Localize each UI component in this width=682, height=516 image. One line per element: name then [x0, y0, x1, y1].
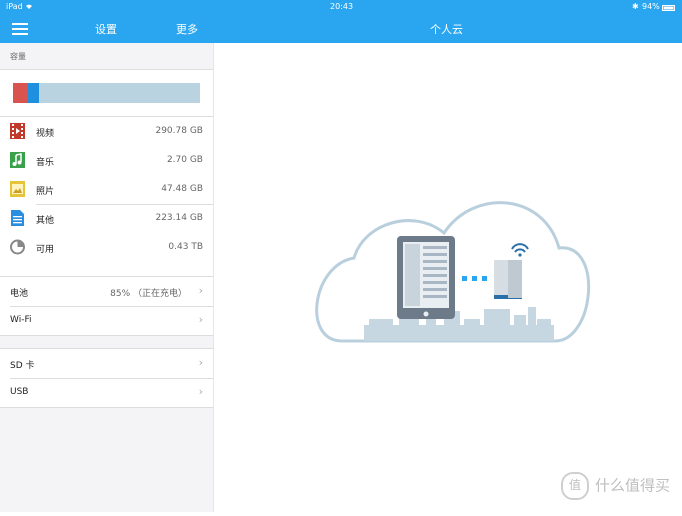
wifi-status-icon: [24, 2, 34, 12]
battery-value: 85% （正在充电）: [110, 289, 187, 299]
watermark-badge-icon: 值: [560, 472, 589, 500]
capacity-section-label: 容量: [10, 52, 26, 61]
storage-item-value: 223.14 GB: [155, 213, 203, 223]
storage-item-value: 47.48 GB: [161, 184, 203, 194]
storage-usage-bar: [13, 83, 200, 103]
chevron-right-icon: ›: [198, 385, 203, 398]
storage-item-label: 照片: [36, 187, 55, 197]
video-icon: [10, 123, 25, 139]
storage-item-value: 0.43 TB: [168, 242, 203, 252]
device-settings-group: 电池 85% （正在充电） › Wi-Fi ›: [0, 276, 213, 336]
status-bar: iPad 20:43 ✱ 94%: [0, 0, 682, 14]
carrier-label: iPad: [6, 2, 23, 11]
battery-label: 电池: [10, 289, 29, 299]
chevron-right-icon: ›: [198, 313, 203, 326]
external-storage-group: SD 卡 › USB ›: [0, 348, 213, 408]
storage-item-photo[interactable]: 照片 47.48 GB: [0, 175, 213, 204]
storage-item-other[interactable]: 其他 223.14 GB: [0, 204, 213, 233]
storage-bar-music-segment: [27, 83, 40, 103]
bluetooth-icon: ✱: [632, 2, 639, 11]
storage-item-label: 音乐: [36, 158, 55, 168]
storage-item-label: 其他: [36, 216, 55, 226]
usb-row[interactable]: USB ›: [0, 378, 213, 407]
more-button[interactable]: 更多: [176, 21, 198, 37]
pie-icon: [10, 239, 25, 255]
storage-item-label: 视频: [36, 129, 55, 139]
storage-item-value: 2.70 GB: [166, 155, 203, 165]
watermark: 值什么值得买: [560, 472, 670, 500]
battery-row[interactable]: 电池 85% （正在充电） ›: [0, 277, 213, 306]
cloud-illustration: [315, 201, 591, 343]
wifi-row[interactable]: Wi-Fi ›: [0, 306, 213, 335]
storage-bar-video-segment: [13, 83, 28, 103]
storage-item-video[interactable]: 视频 290.78 GB: [0, 117, 213, 146]
chevron-right-icon: ›: [198, 284, 203, 297]
storage-item-value: 290.78 GB: [155, 126, 203, 136]
battery-percent: 94%: [642, 2, 660, 11]
sidebar: 容量 视频 290.78 GB 音乐 2.70 GB 照片 47.48 GB 其…: [0, 43, 214, 512]
wifi-label: Wi-Fi: [10, 315, 32, 325]
main-content: 值什么值得买: [214, 43, 682, 512]
top-bar: 设置 更多 个人云: [0, 14, 682, 43]
page-title: 个人云: [430, 23, 463, 36]
usb-label: USB: [10, 387, 29, 397]
music-icon: [10, 152, 25, 168]
storage-block: 视频 290.78 GB 音乐 2.70 GB 照片 47.48 GB 其他 2…: [0, 69, 213, 305]
chevron-right-icon: ›: [198, 356, 203, 369]
storage-item-music[interactable]: 音乐 2.70 GB: [0, 146, 213, 175]
watermark-text: 什么值得买: [594, 476, 670, 495]
clock: 20:43: [330, 2, 354, 11]
storage-item-label: 可用: [36, 245, 55, 255]
sidebar-title: 设置: [95, 23, 117, 36]
sd-card-row[interactable]: SD 卡 ›: [0, 349, 213, 378]
battery-icon: [662, 4, 676, 13]
sd-card-label: SD 卡: [10, 361, 35, 371]
storage-item-available[interactable]: 可用 0.43 TB: [0, 233, 213, 262]
document-icon: [10, 210, 25, 226]
menu-icon[interactable]: [12, 23, 28, 35]
photo-icon: [10, 181, 25, 197]
